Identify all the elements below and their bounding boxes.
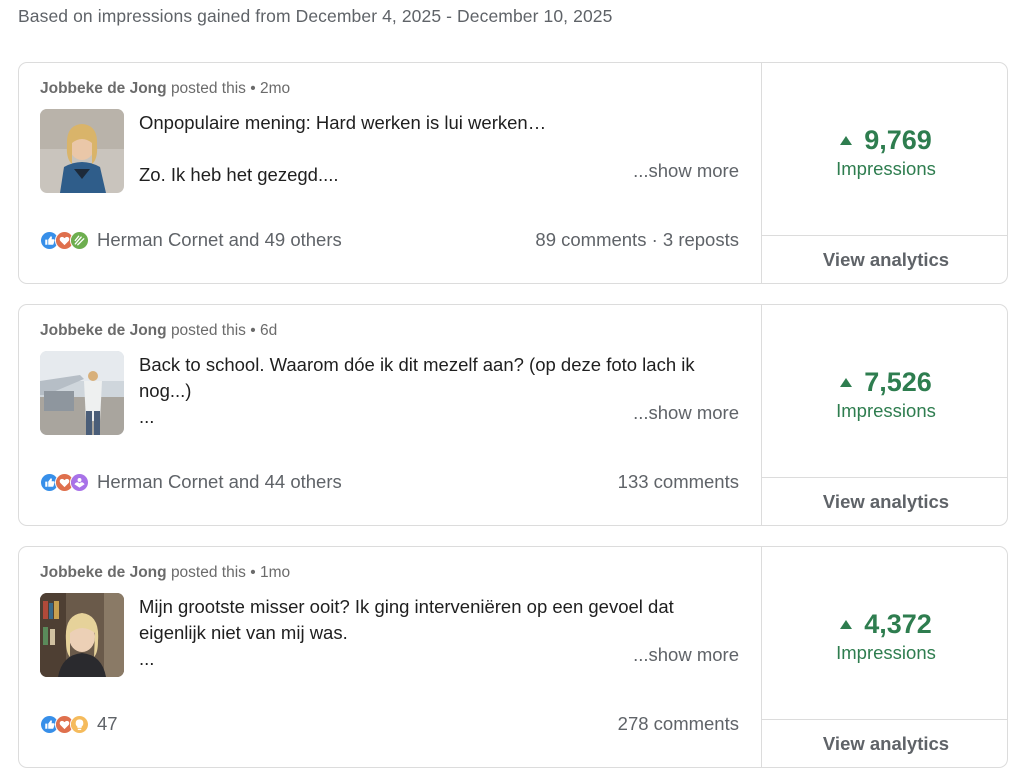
post-content-area[interactable]: Jobbeke de Jong posted this • 2mo Onpopu… xyxy=(19,63,761,283)
post-thumbnail[interactable] xyxy=(40,109,124,193)
reactions-summary[interactable]: Herman Cornet and 49 others xyxy=(40,229,342,251)
celebrate-icon xyxy=(70,230,89,250)
impressions-stat: 4,372 Impressions xyxy=(762,609,1007,664)
post-stats-panel: 9,769 Impressions View analytics xyxy=(761,63,1007,283)
impressions-label: Impressions xyxy=(836,400,936,421)
view-analytics-button[interactable]: View analytics xyxy=(762,719,1007,767)
impressions-date-range-caption: Based on impressions gained from Decembe… xyxy=(18,6,613,26)
engagement-counts[interactable]: 133 comments xyxy=(618,471,739,493)
posted-label: posted this xyxy=(170,564,246,581)
reactions-summary[interactable]: 47 xyxy=(40,713,118,735)
reaction-icons xyxy=(40,714,89,734)
posted-label: posted this xyxy=(170,80,246,97)
post-thumbnail[interactable] xyxy=(40,593,124,677)
post-content-area[interactable]: Jobbeke de Jong posted this • 6d Back to… xyxy=(19,305,761,525)
post-age: 6d xyxy=(259,322,278,339)
impressions-label: Impressions xyxy=(836,158,936,179)
impressions-value: 9,769 xyxy=(864,125,932,155)
trend-up-icon xyxy=(840,136,853,145)
reactors-label[interactable]: Herman Cornet and 49 others xyxy=(97,229,342,251)
view-analytics-button[interactable]: View analytics xyxy=(762,235,1007,283)
engagement-counts[interactable]: 278 comments xyxy=(618,713,739,735)
show-more-link[interactable]: ...show more xyxy=(633,160,739,182)
post-card: Jobbeke de Jong posted this • 6d Back to… xyxy=(18,304,1008,526)
reaction-icons xyxy=(40,230,89,250)
trend-up-icon xyxy=(840,378,853,387)
post-byline: Jobbeke de Jong posted this • 2mo xyxy=(40,80,291,97)
post-card: Jobbeke de Jong posted this • 1mo Mijn g… xyxy=(18,546,1008,768)
post-card: Jobbeke de Jong posted this • 2mo Onpopu… xyxy=(18,62,1008,284)
post-age: 2mo xyxy=(259,80,291,97)
post-author[interactable]: Jobbeke de Jong xyxy=(40,564,167,581)
show-more-link[interactable]: ...show more xyxy=(633,644,739,666)
posted-label: posted this xyxy=(170,322,246,339)
post-stats-panel: 7,526 Impressions View analytics xyxy=(761,305,1007,525)
view-analytics-button[interactable]: View analytics xyxy=(762,477,1007,525)
post-author[interactable]: Jobbeke de Jong xyxy=(40,322,167,339)
post-byline: Jobbeke de Jong posted this • 1mo xyxy=(40,564,291,581)
post-thumbnail[interactable] xyxy=(40,351,124,435)
engagement-counts[interactable]: 89 comments · 3 reposts xyxy=(535,229,739,251)
reactions-summary[interactable]: Herman Cornet and 44 others xyxy=(40,471,342,493)
insightful-icon xyxy=(70,714,89,734)
post-byline: Jobbeke de Jong posted this • 6d xyxy=(40,322,278,339)
trend-up-icon xyxy=(840,620,853,629)
impressions-stat: 7,526 Impressions xyxy=(762,367,1007,422)
impressions-label: Impressions xyxy=(836,642,936,663)
show-more-link[interactable]: ...show more xyxy=(633,402,739,424)
post-content-area[interactable]: Jobbeke de Jong posted this • 1mo Mijn g… xyxy=(19,547,761,767)
impressions-value: 4,372 xyxy=(864,609,932,639)
reactors-label[interactable]: 47 xyxy=(97,713,118,735)
post-age: 1mo xyxy=(259,564,291,581)
impressions-stat: 9,769 Impressions xyxy=(762,125,1007,180)
post-author[interactable]: Jobbeke de Jong xyxy=(40,80,167,97)
reaction-icons xyxy=(40,472,89,492)
reactors-label[interactable]: Herman Cornet and 44 others xyxy=(97,471,342,493)
post-stats-panel: 4,372 Impressions View analytics xyxy=(761,547,1007,767)
impressions-value: 7,526 xyxy=(864,367,932,397)
support-icon xyxy=(70,472,89,492)
